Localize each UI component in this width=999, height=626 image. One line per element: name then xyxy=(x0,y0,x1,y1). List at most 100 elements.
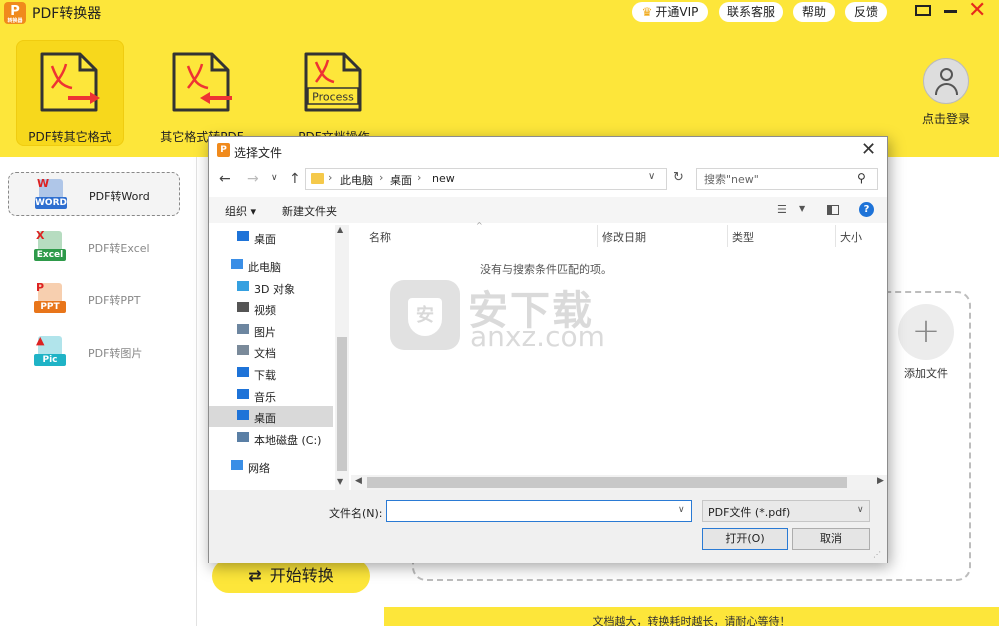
add-file-button[interactable]: + xyxy=(898,304,954,360)
back-arrow-icon[interactable]: ← xyxy=(219,171,231,187)
filetype-select[interactable]: PDF文件 (*.pdf) ∨ xyxy=(702,500,870,522)
scroll-right-icon[interactable]: ▶ xyxy=(877,476,884,486)
nav-item[interactable]: 3D 对象 xyxy=(209,277,333,298)
sidebar-item-excel[interactable]: X Excel PDF转Excel xyxy=(8,225,180,269)
scroll-thumb[interactable] xyxy=(337,337,347,471)
view-dropdown-icon[interactable]: ▼ xyxy=(799,204,805,213)
help-button[interactable]: 帮助 xyxy=(793,2,835,22)
dialog-title: 选择文件 xyxy=(234,146,283,160)
close-icon[interactable]: ✕ xyxy=(968,0,986,23)
column-header-type[interactable]: 类型 xyxy=(732,229,754,245)
resize-grip-icon[interactable]: ⋰ xyxy=(873,550,881,559)
search-icon[interactable]: ⚲ xyxy=(857,171,866,185)
scroll-up-icon[interactable]: ▲ xyxy=(337,225,343,234)
nav-item[interactable]: 文档 xyxy=(209,341,333,362)
filename-field[interactable]: ∨ xyxy=(386,500,692,522)
nav-item[interactable]: 下载 xyxy=(209,363,333,384)
sidebar-item-pic[interactable]: ▲ Pic PDF转图片 xyxy=(8,330,180,374)
recent-locations-chevron-icon[interactable]: ∨ xyxy=(271,173,278,183)
file-tag: Pic xyxy=(34,354,66,366)
column-header-size[interactable]: 大小 xyxy=(840,229,862,245)
pictures-icon xyxy=(237,324,249,334)
up-arrow-icon[interactable]: ↑ xyxy=(289,171,301,187)
chevron-down-icon: ∨ xyxy=(857,505,864,515)
nav-item[interactable]: 视频 xyxy=(209,298,333,319)
column-header-name[interactable]: 名称 xyxy=(369,229,391,245)
nav-item[interactable]: 图片 xyxy=(209,320,333,341)
breadcrumb-desktop[interactable]: 桌面 xyxy=(390,172,412,188)
refresh-icon[interactable]: ↻ xyxy=(673,170,684,185)
horizontal-scrollbar[interactable]: ◀ ▶ xyxy=(351,475,887,490)
feedback-button[interactable]: 反馈 xyxy=(845,2,887,22)
address-dropdown-icon[interactable]: ∨ xyxy=(648,171,655,182)
dialog-close-icon[interactable]: ✕ xyxy=(861,139,881,160)
view-options-icon[interactable]: ☰ xyxy=(777,203,787,216)
nav-item-label: 3D 对象 xyxy=(254,283,295,296)
column-header-modified[interactable]: 修改日期 xyxy=(602,229,646,245)
minimize-icon[interactable] xyxy=(944,10,957,13)
nav-item[interactable]: 网络 xyxy=(209,456,333,477)
start-convert-button[interactable]: ⇄ 开始转换 xyxy=(212,559,370,593)
documents-icon xyxy=(237,345,249,355)
tool-pdf-to-other-button[interactable]: PDF转其它格式 xyxy=(16,40,124,146)
file-tag: WORD xyxy=(35,197,67,209)
nav-item[interactable]: 此电脑 xyxy=(209,255,333,276)
notice-text: 文档越大，转换耗时越长，请耐心等待！ xyxy=(592,615,791,626)
breadcrumb-separator-icon: › xyxy=(417,171,422,184)
scroll-down-icon[interactable]: ▼ xyxy=(337,477,343,486)
maximize-icon[interactable] xyxy=(915,5,931,16)
nav-item-label: 此电脑 xyxy=(248,261,281,274)
file-tag: Excel xyxy=(34,249,66,261)
watermark: 安 安下载 anxz.com xyxy=(390,270,610,356)
scroll-left-icon[interactable]: ◀ xyxy=(355,476,362,486)
nav-item[interactable]: 桌面 xyxy=(209,406,333,427)
file-mark: P xyxy=(36,281,45,294)
nav-item-label: 视频 xyxy=(254,304,276,317)
app-title: PDF转换器 xyxy=(32,6,102,22)
desktop-icon xyxy=(237,231,249,241)
chevron-down-icon[interactable]: ∨ xyxy=(678,505,685,515)
login-label[interactable]: 点击登录 xyxy=(912,110,980,127)
convert-arrows-icon: ⇄ xyxy=(248,566,262,585)
search-input[interactable] xyxy=(697,169,852,189)
nav-item[interactable]: 音乐 xyxy=(209,385,333,406)
search-box: ⚲ xyxy=(696,168,878,190)
nav-item-label: 文档 xyxy=(254,347,276,360)
tool-other-to-pdf-button[interactable]: 其它格式转PDF xyxy=(148,40,256,146)
open-button[interactable]: 打开(O) xyxy=(702,528,788,550)
nav-item[interactable]: 桌面 xyxy=(209,227,333,248)
sidebar-item-word[interactable]: W WORD PDF转Word xyxy=(8,172,180,216)
avatar[interactable] xyxy=(923,58,969,104)
nav-item-label: 本地磁盘 (C:) xyxy=(254,434,322,447)
nav-item[interactable]: 本地磁盘 (C:) xyxy=(209,428,333,449)
scroll-thumb[interactable] xyxy=(367,477,847,488)
sidebar-item-label: PDF转Word xyxy=(89,190,150,203)
process-badge: Process xyxy=(312,91,354,104)
sidebar-item-ppt[interactable]: P PPT PDF转PPT xyxy=(8,277,180,321)
organize-button[interactable]: 组织 ▾ xyxy=(225,203,256,219)
forward-arrow-icon[interactable]: → xyxy=(247,171,259,187)
nav-item-label: 网络 xyxy=(248,462,270,475)
address-bar[interactable]: › 此电脑 › 桌面 › new ∨ xyxy=(305,168,667,190)
preview-pane-icon[interactable] xyxy=(827,205,839,215)
add-file-label: 添加文件 xyxy=(904,367,948,380)
new-folder-button[interactable]: 新建文件夹 xyxy=(282,203,337,219)
nav-item-label: 图片 xyxy=(254,326,276,339)
cancel-button[interactable]: 取消 xyxy=(792,528,870,550)
breadcrumb-this-pc[interactable]: 此电脑 xyxy=(340,172,373,188)
pdf-import-icon xyxy=(172,52,232,112)
breadcrumb-new[interactable]: new xyxy=(432,172,455,185)
file-mark: X xyxy=(36,229,45,242)
contact-service-button[interactable]: 联系客服 xyxy=(719,2,783,22)
sidebar-item-label: PDF转Excel xyxy=(88,242,150,255)
navigation-scrollbar[interactable]: ▲ ▼ xyxy=(335,225,349,490)
nav-item-label: 桌面 xyxy=(254,233,276,246)
pdf-process-icon: Process xyxy=(304,52,362,112)
filetype-value: PDF文件 (*.pdf) xyxy=(708,506,791,519)
command-bar: 组织 ▾ 新建文件夹 ☰ ▼ ? xyxy=(209,197,887,223)
tool-pdf-operations-button[interactable]: Process PDF文档操作 xyxy=(280,40,388,146)
vip-button[interactable]: ♛ 开通VIP xyxy=(632,2,708,22)
navigation-pane: 桌面 此电脑 3D 对象 视频 图片 文档 下载 音乐 桌面 本地磁盘 (C:) 网络 ▲ ▼ xyxy=(209,225,349,490)
help-icon[interactable]: ? xyxy=(859,202,874,217)
file-list: ^ 名称 修改日期 类型 大小 没有与搜索条件匹配的项。 ◀ ▶ xyxy=(351,221,887,490)
